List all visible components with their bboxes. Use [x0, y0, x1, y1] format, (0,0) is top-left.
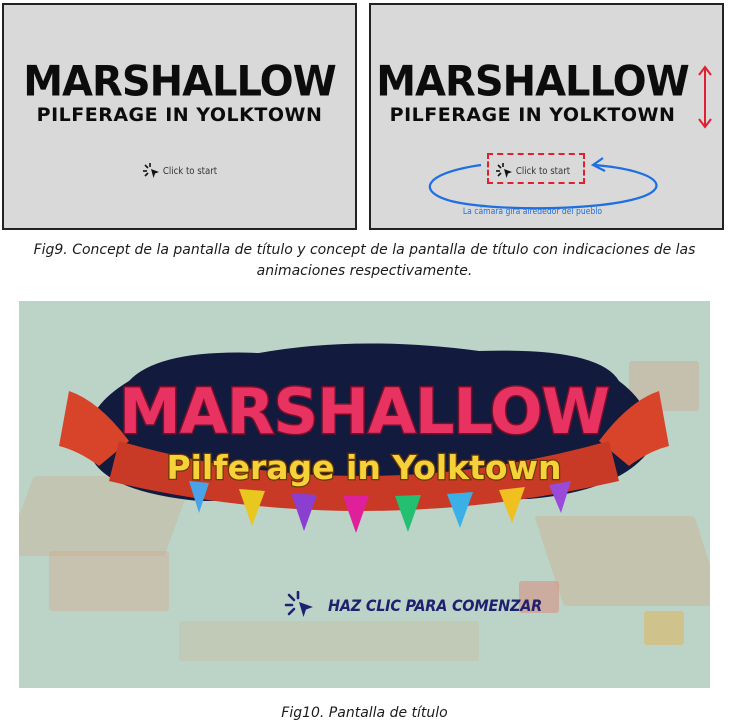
concept-start-label: Click to start	[162, 165, 218, 177]
game-title-screen[interactable]: MARSHALLOW Pilferage in Yolktown HAZ CLI…	[19, 301, 710, 688]
concept-subtitle: PILFERAGE IN YOLKTOWN	[389, 104, 676, 126]
background-scenery	[179, 621, 479, 661]
click-cursor-icon	[284, 591, 313, 617]
game-logo: MARSHALLOW Pilferage in Yolktown	[59, 343, 669, 533]
logo-subtitle: Pilferage in Yolktown	[166, 448, 561, 487]
concept-title-screen: MARSHALLOW PILFERAGE IN YOLKTOWN Click t…	[2, 3, 357, 230]
camera-orbit-arrow-icon	[428, 157, 658, 210]
start-prompt-label: HAZ CLIC PARA COMENZAR	[328, 595, 543, 615]
concept-start-prompt: Click to start	[4, 163, 355, 179]
concept-title: MARSHALLOW	[376, 57, 689, 107]
concept-title: MARSHALLOW	[23, 57, 336, 107]
figure-caption: Fig9. Concept de la pantalla de título y…	[33, 242, 696, 279]
camera-note: La cámara gira alrededor del pueblo	[462, 207, 603, 217]
concept-subtitle: PILFERAGE IN YOLKTOWN	[36, 104, 323, 126]
logo-title: MARSHALLOW	[119, 375, 609, 448]
start-prompt[interactable]: HAZ CLIC PARA COMENZAR	[284, 591, 542, 619]
background-scenery	[644, 611, 684, 645]
background-scenery	[49, 551, 169, 611]
vertical-motion-arrow-icon	[698, 65, 712, 129]
click-cursor-icon	[142, 163, 159, 178]
concept-title-screen-animated: MARSHALLOW PILFERAGE IN YOLKTOWN Click t…	[369, 3, 724, 230]
